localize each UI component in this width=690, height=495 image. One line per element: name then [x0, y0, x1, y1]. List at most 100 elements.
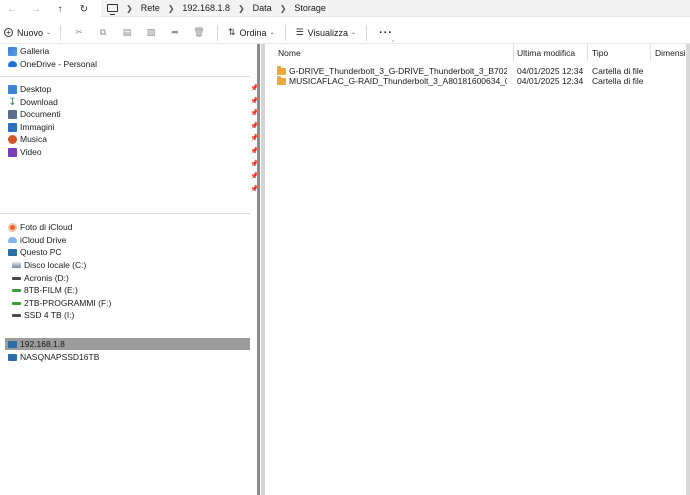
nav-item-video[interactable]: Video	[8, 146, 42, 158]
nav-item-nas[interactable]: NASQNAPSSD16TB	[8, 351, 99, 363]
nav-scrollbar[interactable]	[257, 44, 260, 495]
nav-item-network-host[interactable]: 192.168.1.8	[8, 338, 65, 350]
nav-item-this-pc[interactable]: Questo PC	[8, 246, 62, 258]
nav-item-galleria[interactable]: Galleria	[8, 45, 49, 57]
copy-button[interactable]: ⧉	[91, 25, 115, 41]
nav-divider	[0, 213, 250, 214]
nav-item-label: Disco locale (C:)	[24, 260, 87, 270]
folder-icon	[277, 76, 286, 85]
delete-button[interactable]: 🗑	[187, 25, 211, 41]
column-header-type[interactable]: Tipo	[592, 44, 608, 61]
drive-icon	[12, 301, 21, 305]
nav-item-label: iCloud Drive	[20, 235, 67, 245]
chevron-right-icon: ❯	[279, 3, 287, 13]
back-button[interactable]: ←	[0, 0, 24, 18]
copy-icon: ⧉	[99, 27, 107, 37]
chevron-right-icon: ❯	[126, 3, 133, 13]
view-button-label: Visualizza	[307, 27, 349, 38]
breadcrumb[interactable]: ❯ Rete ❯ 192.168.1.8 ❯ Data ❯ Storage	[101, 0, 690, 17]
column-separator[interactable]	[587, 44, 588, 61]
column-header-size[interactable]: Dimensi...	[655, 44, 690, 61]
cut-button[interactable]: ✂	[67, 25, 91, 41]
nav-item-label: 2TB-PROGRAMMI (F:)	[24, 298, 112, 308]
this-pc-icon	[8, 248, 17, 256]
trash-icon: 🗑	[193, 27, 205, 37]
arrow-right-icon: →	[31, 3, 41, 15]
toolbar-divider	[284, 24, 286, 41]
new-button[interactable]: + Nuovo ⌄	[0, 28, 54, 38]
music-icon	[8, 134, 17, 144]
drive-icon	[12, 288, 21, 292]
sort-ascending-icon: ˆ	[392, 41, 395, 48]
share-icon: ➦	[171, 27, 179, 37]
nav-item-label: Video	[20, 147, 42, 157]
pictures-icon	[8, 122, 17, 132]
nav-item-label: NASQNAPSSD16TB	[20, 352, 100, 362]
address-bar: ← → ↑ ↻ ❯ Rete ❯ 192.168.1.8 ❯ Data ❯ St…	[0, 0, 690, 18]
nav-item-label: OneDrive - Personal	[20, 59, 98, 69]
gallery-icon	[8, 46, 17, 56]
toolbar-divider	[366, 24, 368, 41]
column-separator[interactable]	[650, 44, 651, 61]
sort-icon: ⇅	[228, 27, 236, 37]
sort-button-label: Ordina	[239, 27, 267, 38]
network-pc-icon	[8, 340, 17, 348]
arrow-left-icon: ←	[7, 3, 17, 15]
video-icon	[8, 147, 17, 157]
up-button[interactable]: ↑	[48, 0, 72, 18]
nav-item-label: Foto di iCloud	[20, 222, 73, 232]
file-modified: 04/01/2025 12:34	[517, 76, 584, 86]
table-row[interactable]: MUSICAFLAC_G-RAID_Thunderbolt_3_A8018160…	[277, 75, 507, 87]
nav-item-drive-i[interactable]: SSD 4 TB (I:)	[12, 309, 74, 321]
nav-item-drive-d[interactable]: Acronis (D:)	[12, 272, 69, 284]
breadcrumb-item-data[interactable]: Data	[253, 3, 272, 13]
download-icon: ↧	[8, 96, 17, 108]
nav-divider	[0, 76, 250, 77]
drive-icon	[12, 276, 21, 280]
file-type: Cartella di file	[592, 76, 644, 86]
chevron-down-icon: ⌄	[269, 30, 275, 36]
share-button[interactable]: ➦	[163, 25, 187, 41]
sort-button[interactable]: ⇅ Ordina ⌄	[224, 27, 279, 38]
arrow-up-icon: ↑	[57, 3, 63, 15]
drive-icon	[12, 313, 21, 317]
documents-icon	[8, 109, 17, 119]
nav-item-musica[interactable]: Musica	[8, 133, 47, 145]
nav-item-desktop[interactable]: Desktop	[8, 83, 51, 95]
file-list: ˆ Nome Ultima modifica Tipo Dimensi... G…	[265, 41, 690, 495]
nav-item-label: Immagini	[20, 122, 55, 132]
chevron-down-icon: ⌄	[46, 30, 52, 36]
more-options-button[interactable]: ···	[373, 27, 399, 39]
breadcrumb-item-rete[interactable]: Rete	[141, 3, 160, 13]
navigation-pane: Galleria OneDrive - Personal Desktop 📌 ↧…	[0, 44, 260, 495]
local-disk-icon	[12, 262, 21, 268]
paste-button[interactable]: ▤	[115, 25, 139, 41]
view-button[interactable]: ☰ Visualizza ⌄	[292, 27, 360, 38]
onedrive-icon	[8, 61, 17, 67]
breadcrumb-item-host[interactable]: 192.168.1.8	[182, 3, 230, 13]
command-bar: + Nuovo ⌄ ✂ ⧉ ▤ ▧ ➦ 🗑 ⇅ Ordina ⌄ ☰ Visua…	[0, 22, 690, 44]
nav-item-label: Acronis (D:)	[24, 273, 69, 283]
toolbar-divider	[60, 24, 61, 41]
nav-item-icloud-photos[interactable]: Foto di iCloud	[8, 221, 72, 233]
nav-item-documenti[interactable]: Documenti	[8, 108, 61, 120]
nav-item-drive-c[interactable]: Disco locale (C:)	[12, 259, 86, 271]
content-scrollbar[interactable]	[686, 44, 690, 495]
nav-item-download[interactable]: ↧ Download	[8, 96, 58, 108]
column-header-name[interactable]: Nome	[278, 44, 301, 61]
refresh-button[interactable]: ↻	[72, 0, 96, 18]
nav-item-drive-e[interactable]: 8TB-FILM (E:)	[12, 284, 78, 296]
nav-item-immagini[interactable]: Immagini	[8, 121, 54, 133]
nav-item-drive-f[interactable]: 2TB-PROGRAMMI (F:)	[12, 297, 111, 309]
file-name-cell: MUSICAFLAC_G-RAID_Thunderbolt_3_A8018160…	[277, 76, 507, 86]
breadcrumb-item-storage[interactable]: Storage	[294, 3, 326, 13]
column-header-modified[interactable]: Ultima modifica	[517, 44, 575, 61]
nav-item-label: Desktop	[20, 84, 52, 94]
rename-button[interactable]: ▧	[139, 25, 163, 41]
nav-item-icloud-drive[interactable]: iCloud Drive	[8, 234, 66, 246]
nav-item-label: Galleria	[20, 46, 50, 56]
nav-item-label: 8TB-FILM (E:)	[24, 285, 78, 295]
forward-button[interactable]: →	[24, 0, 48, 18]
nav-item-onedrive[interactable]: OneDrive - Personal	[8, 58, 97, 70]
column-separator[interactable]	[513, 44, 514, 61]
